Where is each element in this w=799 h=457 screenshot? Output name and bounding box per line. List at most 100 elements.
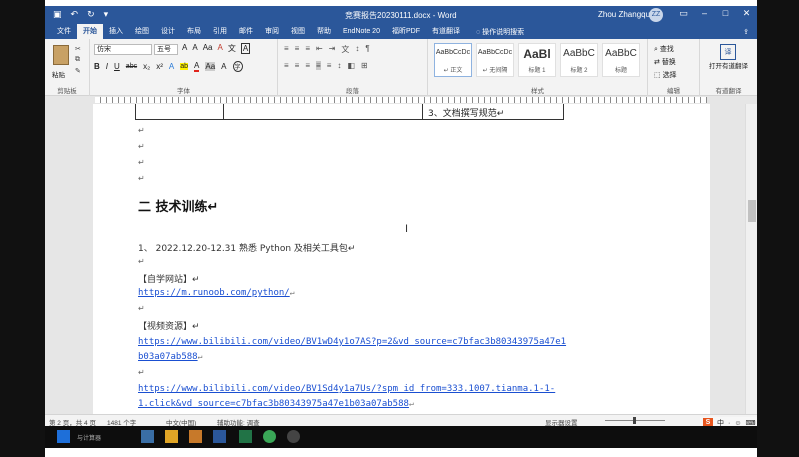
maximize-icon[interactable]: □: [715, 8, 736, 19]
paste-button[interactable]: 粘贴: [52, 69, 65, 79]
tab-layout[interactable]: 布局: [181, 24, 207, 39]
redo-icon[interactable]: ↻: [87, 9, 95, 20]
show-marks-icon[interactable]: ¶: [365, 44, 369, 55]
link-bilibili-2[interactable]: https://www.bilibili.com/video/BV1Sd4y1a…: [138, 384, 555, 394]
select-button[interactable]: ⬚ 选择: [654, 70, 677, 80]
tab-endnote[interactable]: EndNote 20: [337, 24, 386, 39]
style-heading-2[interactable]: AaBbC 标题 2: [560, 43, 598, 77]
font-color-icon[interactable]: A: [194, 61, 200, 72]
minimize-icon[interactable]: –: [694, 8, 715, 19]
char-shading-icon[interactable]: Aa: [205, 62, 216, 71]
numbering-icon[interactable]: ≡: [295, 44, 300, 55]
translate-icon[interactable]: 译: [720, 44, 736, 60]
tab-foxit-pdf[interactable]: 福昕PDF: [386, 24, 426, 39]
media-icon[interactable]: [287, 430, 300, 443]
save-icon[interactable]: ▣: [53, 9, 62, 20]
taskbar-label[interactable]: 与计算器: [77, 433, 101, 442]
tab-file[interactable]: 文件: [51, 24, 77, 39]
tell-me-search[interactable]: ◌ 操作说明搜索: [466, 27, 524, 37]
align-left-icon[interactable]: ≡: [284, 61, 289, 70]
align-center-icon[interactable]: ≡: [295, 61, 300, 70]
justify-icon[interactable]: ≡: [316, 61, 321, 70]
link-bilibili-1-cont[interactable]: b03a07ab588: [138, 352, 198, 362]
section-heading[interactable]: 二 技术训练↵: [138, 196, 218, 215]
style-title[interactable]: AaBbC 标题: [602, 43, 640, 77]
tab-home[interactable]: 开始: [77, 24, 103, 39]
tab-youdao[interactable]: 有道翻译: [426, 24, 466, 39]
folder-icon[interactable]: [165, 430, 178, 443]
page-count[interactable]: 第 2 页，共 4 页: [49, 417, 96, 426]
style-no-spacing[interactable]: AaBbCcDc ↵ 无间隔: [476, 43, 514, 77]
item-1[interactable]: 1、 2022.12.20-12.31 熟悉 Python 及相关工具包↵: [138, 241, 355, 254]
tab-review[interactable]: 审阅: [259, 24, 285, 39]
italic-icon[interactable]: I: [106, 62, 108, 71]
font-size-select[interactable]: 五号: [154, 44, 178, 55]
undo-icon[interactable]: ↶: [71, 9, 79, 20]
enclose-character-icon[interactable]: 字: [232, 61, 243, 72]
underline-icon[interactable]: U: [114, 62, 120, 71]
increase-indent-icon[interactable]: ⇥: [329, 44, 336, 55]
customize-icon[interactable]: ▾: [104, 9, 109, 20]
sogou-logo-icon[interactable]: S: [703, 418, 713, 426]
word-count[interactable]: 1481 个字: [107, 417, 136, 426]
self-study-label[interactable]: 【自学网站】↵: [138, 272, 200, 285]
superscript-icon[interactable]: x²: [156, 62, 163, 71]
enclose-char-icon[interactable]: A: [221, 62, 226, 71]
cut-icon[interactable]: ✂: [75, 45, 81, 53]
app-icon[interactable]: [141, 430, 154, 443]
strikethrough-icon[interactable]: abc: [126, 63, 137, 70]
display-settings[interactable]: 显示器设置: [545, 417, 578, 426]
bold-icon[interactable]: B: [94, 62, 100, 71]
share-icon[interactable]: ⇪: [743, 28, 757, 36]
chinese-layout-icon[interactable]: 文: [341, 44, 349, 55]
accessibility-status[interactable]: 辅助功能: 调查: [217, 417, 260, 426]
grow-font-icon[interactable]: A: [182, 43, 187, 54]
paste-icon[interactable]: [53, 45, 69, 65]
highlight-icon[interactable]: ab: [180, 63, 189, 70]
clear-format-icon[interactable]: A: [217, 43, 222, 54]
find-button[interactable]: ⌕ 查找: [654, 44, 677, 54]
style-heading-1[interactable]: AaBl 标题 1: [518, 43, 556, 77]
decrease-indent-icon[interactable]: ⇤: [316, 44, 323, 55]
close-icon[interactable]: ✕: [736, 8, 757, 19]
table-cell-text[interactable]: 3、文档撰写规范↵: [428, 106, 504, 119]
link-bilibili-2-cont[interactable]: 1.click&vd_source=c7bfac3b80343975a47e1b…: [138, 399, 409, 409]
tab-draw[interactable]: 绘图: [129, 24, 155, 39]
link-runoob[interactable]: https://m.runoob.com/python/: [138, 288, 290, 298]
format-painter-icon[interactable]: ✎: [75, 67, 81, 75]
bullets-icon[interactable]: ≡: [284, 44, 289, 55]
zoom-thumb[interactable]: [633, 417, 636, 424]
document-page[interactable]: 3、文档撰写规范↵ ↵ ↵ ↵ ↵ 二 技术训练↵ I 1、 2022.12.2…: [93, 104, 710, 414]
tab-references[interactable]: 引用: [207, 24, 233, 39]
excel-icon[interactable]: [239, 430, 252, 443]
open-youdao-button[interactable]: 打开有道翻译: [700, 63, 757, 71]
style-normal[interactable]: AaBbCcDc ↵ 正文: [434, 43, 472, 77]
sort-icon[interactable]: ↕: [355, 44, 359, 55]
change-case-icon[interactable]: Aa: [203, 43, 213, 54]
ribbon-display-icon[interactable]: ▭: [673, 8, 694, 19]
language-status[interactable]: 中文(中国): [166, 417, 196, 426]
char-border-icon[interactable]: A: [240, 43, 251, 54]
tab-insert[interactable]: 插入: [103, 24, 129, 39]
explorer-icon[interactable]: [189, 430, 202, 443]
word-icon[interactable]: [213, 430, 226, 443]
chrome-icon[interactable]: [263, 430, 276, 443]
line-spacing-icon[interactable]: ↕: [337, 61, 341, 70]
horizontal-ruler[interactable]: [45, 96, 757, 104]
tab-mailings[interactable]: 邮件: [233, 24, 259, 39]
scroll-thumb[interactable]: [748, 200, 756, 222]
multilevel-list-icon[interactable]: ≡: [305, 44, 310, 55]
tab-design[interactable]: 设计: [155, 24, 181, 39]
borders-icon[interactable]: ⊞: [361, 61, 368, 70]
vertical-scrollbar[interactable]: [745, 104, 757, 414]
distributed-icon[interactable]: ≡: [327, 61, 332, 70]
phonetic-guide-icon[interactable]: 文: [228, 43, 236, 54]
align-right-icon[interactable]: ≡: [305, 61, 310, 70]
ime-mode-icon[interactable]: 中: [717, 418, 724, 426]
subscript-icon[interactable]: x₂: [143, 62, 150, 71]
copy-icon[interactable]: ⧉: [75, 56, 81, 64]
tab-view[interactable]: 视图: [285, 24, 311, 39]
font-name-select[interactable]: 仿宋: [94, 44, 152, 55]
start-icon[interactable]: [57, 430, 70, 443]
video-label[interactable]: 【视频资源】↵: [138, 319, 200, 332]
